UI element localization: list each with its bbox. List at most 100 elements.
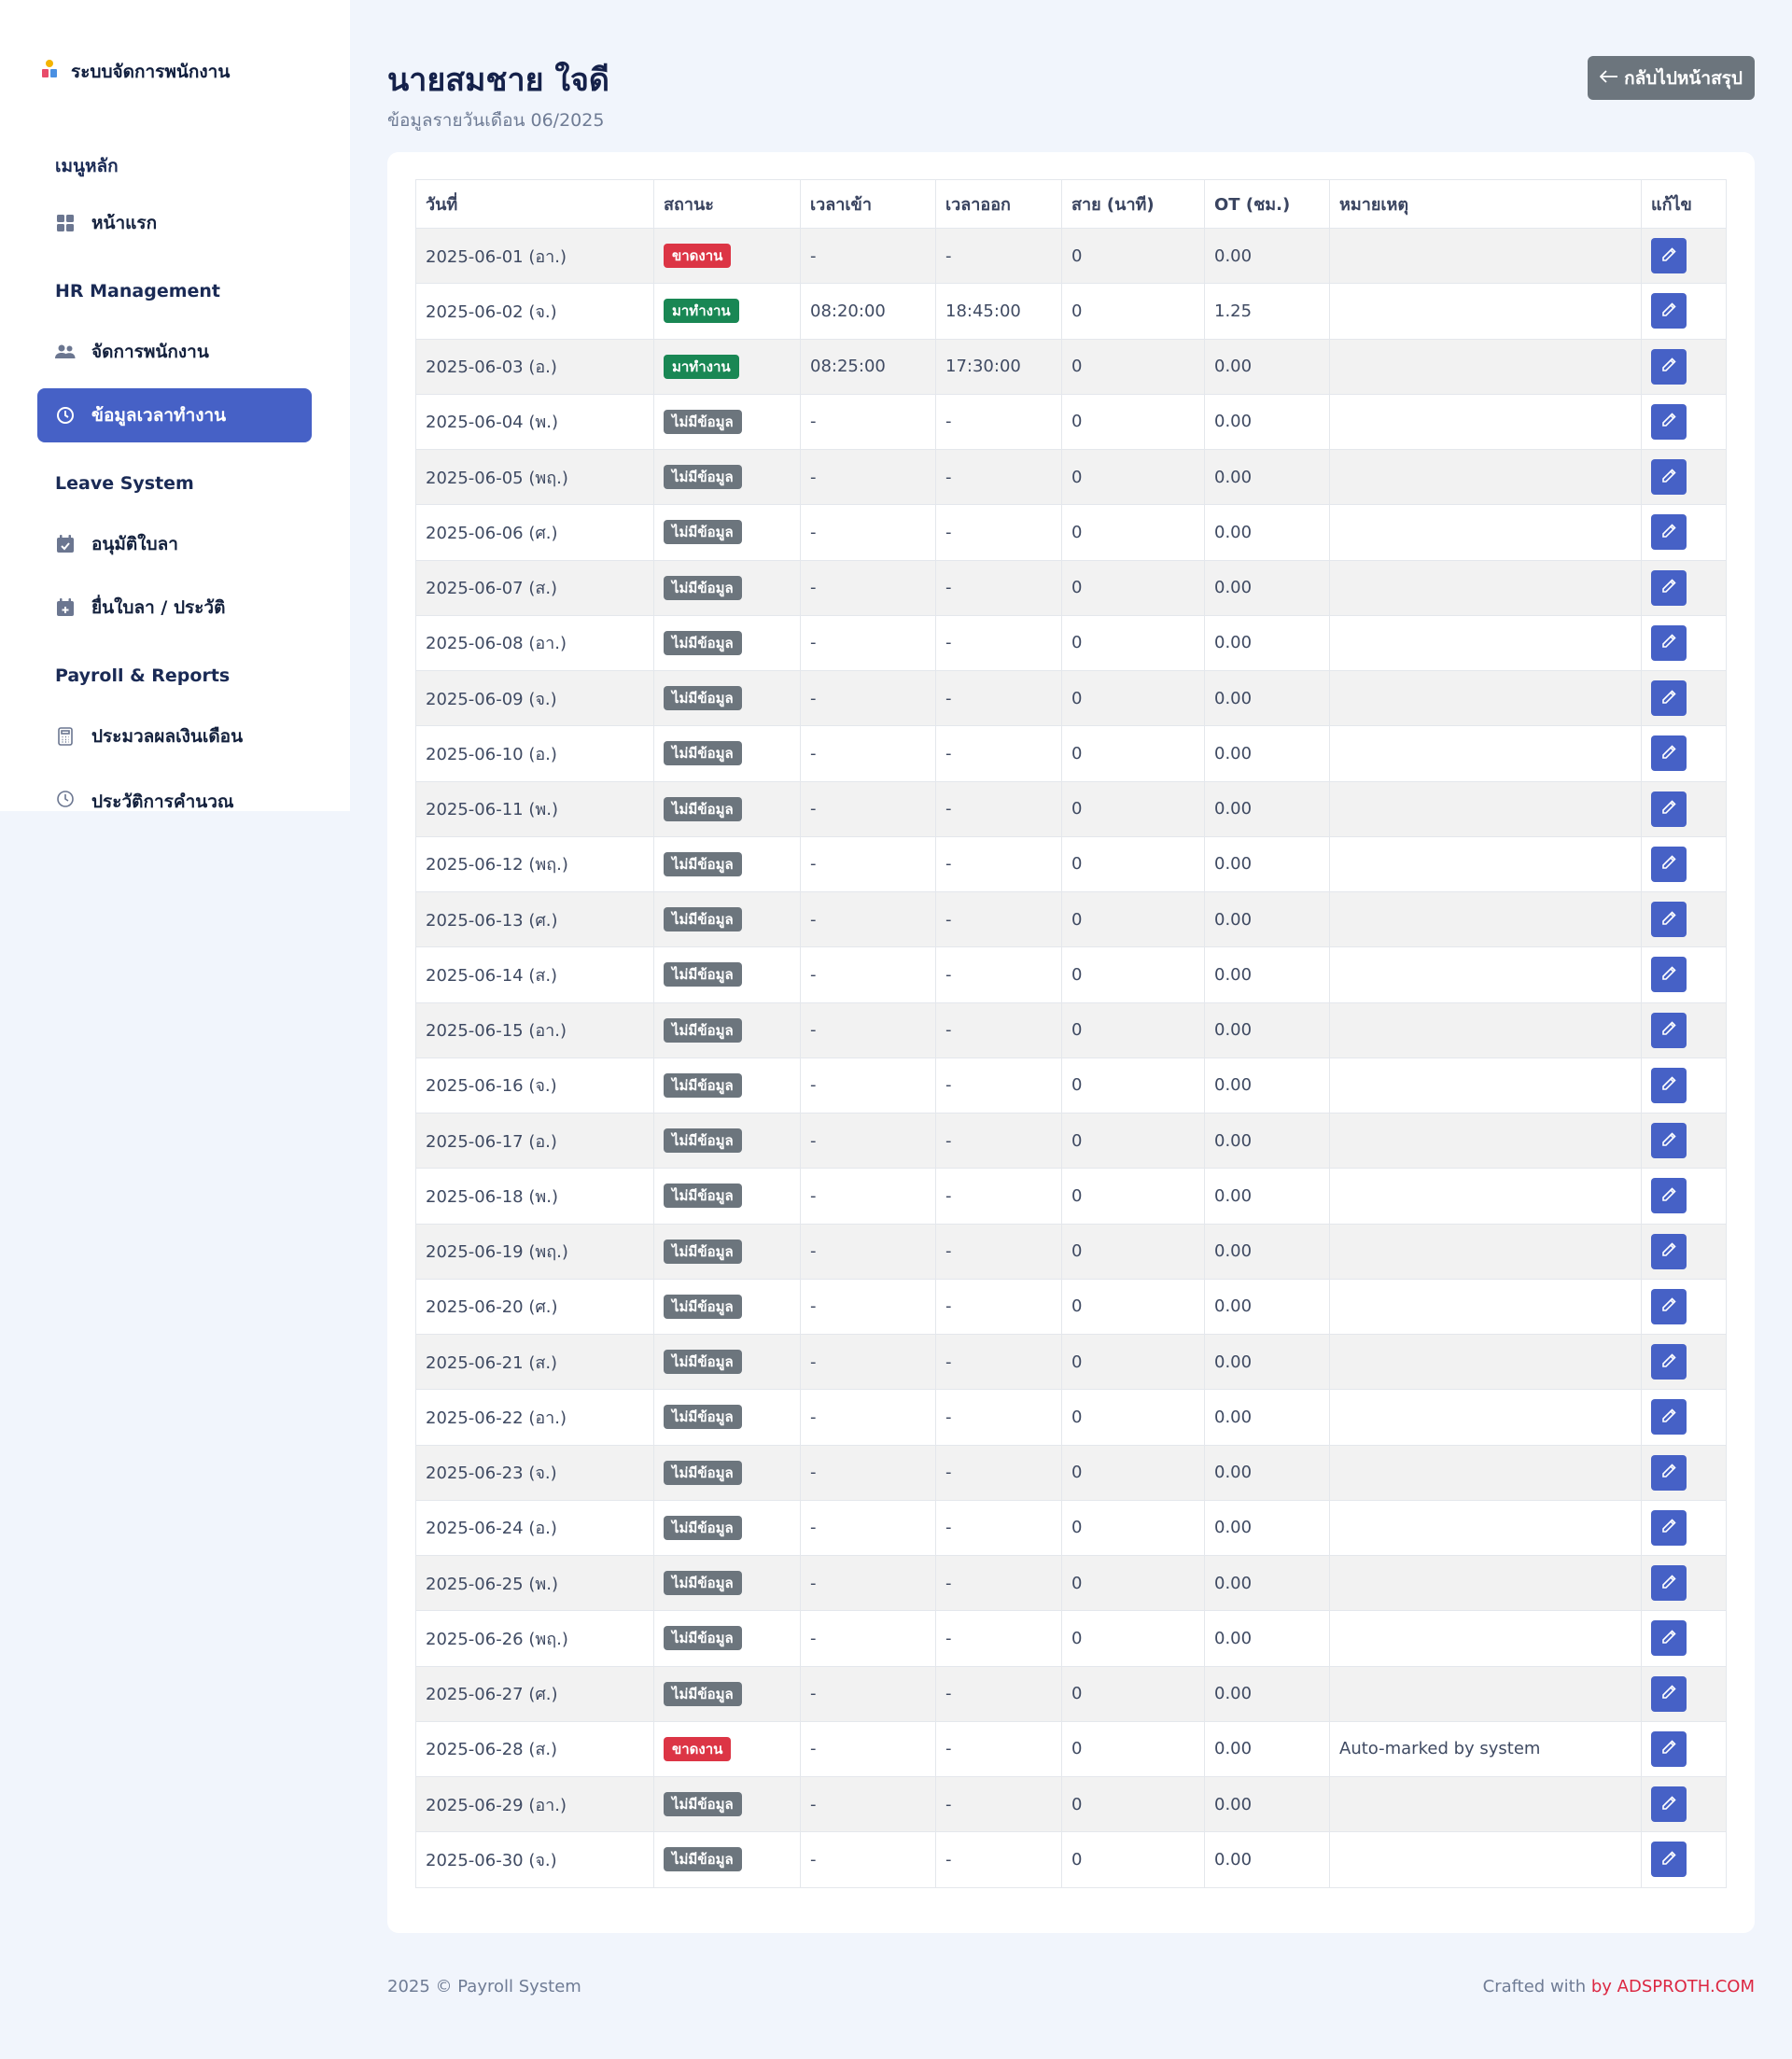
sidebar-item-home[interactable]: หน้าแรก <box>37 196 312 250</box>
cell-time-out: - <box>935 946 1062 1003</box>
sidebar-item-label: จัดการพนักงาน <box>91 342 209 362</box>
status-badge: ไม่มีข้อมูล <box>664 1847 742 1872</box>
sidebar-item-label: ประมวลผลเงินเดือน <box>91 726 244 747</box>
edit-button[interactable] <box>1651 680 1687 717</box>
status-badge: ไม่มีข้อมูล <box>664 1405 742 1430</box>
cell-time-in: - <box>800 1223 936 1280</box>
edit-button[interactable] <box>1651 1288 1687 1324</box>
status-badge: ไม่มีข้อมูล <box>664 1626 742 1651</box>
edit-button[interactable] <box>1651 1012 1687 1048</box>
pencil-icon <box>1660 578 1677 597</box>
cell-date: 2025-06-06 (ศ.) <box>415 504 654 561</box>
footer-credit-link[interactable]: by ADSPROTH.COM <box>1591 1977 1755 1996</box>
table-row: 2025-06-14 (ส.) ไม่มีข้อมูล - -0 0.00 <box>415 946 1727 1003</box>
edit-button[interactable] <box>1651 846 1687 882</box>
sidebar-item-leave-approve[interactable]: อนุมัติใบลา <box>37 517 312 571</box>
footer-copyright: 2025 © Payroll System <box>387 1977 581 1996</box>
cell-ot: 0.00 <box>1204 1554 1330 1612</box>
cell-time-out: - <box>935 725 1062 782</box>
edit-button[interactable] <box>1651 293 1687 329</box>
cell-note <box>1329 946 1642 1003</box>
cell-ot: 0.00 <box>1204 1278 1330 1336</box>
status-badge: ไม่มีข้อมูล <box>664 796 742 821</box>
edit-button[interactable] <box>1651 348 1687 385</box>
cell-note <box>1329 504 1642 561</box>
cell-date: 2025-06-20 (ศ.) <box>415 1278 654 1336</box>
cell-time-out: - <box>935 1333 1062 1391</box>
edit-button[interactable] <box>1651 403 1687 440</box>
edit-button[interactable] <box>1651 238 1687 274</box>
cell-time-out: - <box>935 1499 1062 1557</box>
edit-button[interactable] <box>1651 1675 1687 1712</box>
edit-button[interactable] <box>1651 459 1687 496</box>
edit-button[interactable] <box>1651 1620 1687 1657</box>
table-row: 2025-06-30 (จ.) ไม่มีข้อมูล - -0 0.00 <box>415 1831 1727 1888</box>
cell-time-in: - <box>800 1775 936 1833</box>
edit-button[interactable] <box>1651 569 1687 606</box>
cell-time-in: - <box>800 1444 936 1501</box>
status-badge: ขาดงาน <box>664 1736 732 1761</box>
col-header-edit: แก้ไข <box>1641 179 1727 229</box>
sidebar-item-attendance[interactable]: ข้อมูลเวลาทำงาน <box>37 388 312 442</box>
nav-section-leave: Leave System <box>55 473 194 494</box>
edit-button[interactable] <box>1651 957 1687 993</box>
cell-ot: 0.00 <box>1204 338 1330 395</box>
cell-ot: 0.00 <box>1204 669 1330 727</box>
edit-button[interactable] <box>1651 1565 1687 1602</box>
cell-edit <box>1641 835 1727 893</box>
edit-button[interactable] <box>1651 1123 1687 1159</box>
cell-late: 0 <box>1061 1333 1205 1391</box>
edit-button[interactable] <box>1651 1454 1687 1491</box>
edit-button[interactable] <box>1651 514 1687 551</box>
back-to-summary-button[interactable]: กลับไปหน้าสรุป <box>1588 56 1755 100</box>
status-badge: ไม่มีข้อมูล <box>664 962 742 987</box>
table-row: 2025-06-05 (พฤ.) ไม่มีข้อมูล - -0 0.00 <box>415 448 1727 506</box>
sidebar-item-payroll-process[interactable]: ประมวลผลเงินเดือน <box>37 709 312 763</box>
cell-note <box>1329 669 1642 727</box>
sidebar-item-employees[interactable]: จัดการพนักงาน <box>37 325 312 379</box>
cell-time-out: - <box>935 1389 1062 1446</box>
cell-time-out: - <box>935 448 1062 506</box>
edit-button[interactable] <box>1651 1509 1687 1546</box>
edit-button[interactable] <box>1651 1178 1687 1214</box>
cell-ot: 0.00 <box>1204 227 1330 285</box>
edit-button[interactable] <box>1651 1730 1687 1767</box>
edit-button[interactable] <box>1651 1344 1687 1380</box>
pencil-icon <box>1660 744 1677 763</box>
cell-date: 2025-06-17 (อ.) <box>415 1112 654 1170</box>
sidebar-item-calc-history[interactable]: ประวัติการคำนวณ <box>37 773 312 812</box>
cell-edit <box>1641 393 1727 451</box>
cell-status: ไม่มีข้อมูล <box>653 393 801 451</box>
edit-button[interactable] <box>1651 735 1687 772</box>
edit-button[interactable] <box>1651 1842 1687 1878</box>
cell-edit <box>1641 1333 1727 1391</box>
status-badge: ไม่มีข้อมูล <box>664 1239 742 1264</box>
table-row: 2025-06-06 (ศ.) ไม่มีข้อมูล - -0 0.00 <box>415 504 1727 561</box>
cell-edit <box>1641 725 1727 782</box>
cell-time-out: - <box>935 614 1062 672</box>
status-badge: ไม่มีข้อมูล <box>664 907 742 932</box>
sidebar-item-leave-request[interactable]: ยื่นใบลา / ประวัติ <box>37 581 312 635</box>
brand[interactable]: ระบบจัดการพนักงาน <box>37 58 230 86</box>
cell-time-out: - <box>935 227 1062 285</box>
cell-status: ไม่มีข้อมูล <box>653 1554 801 1612</box>
table-row: 2025-06-18 (พ.) ไม่มีข้อมูล - -0 0.00 <box>415 1168 1727 1225</box>
cell-time-in: - <box>800 1057 936 1114</box>
status-badge: ไม่มีข้อมูล <box>664 1571 742 1596</box>
status-badge: ไม่มีข้อมูล <box>664 851 742 876</box>
cell-late: 0 <box>1061 1665 1205 1722</box>
cell-time-in: - <box>800 504 936 561</box>
status-badge: ไม่มีข้อมูล <box>664 741 742 766</box>
cell-time-out: - <box>935 835 1062 893</box>
edit-button[interactable] <box>1651 1233 1687 1269</box>
cell-ot: 0.00 <box>1204 1333 1330 1391</box>
brand-logo-icon <box>37 58 62 86</box>
cell-status: ไม่มีข้อมูล <box>653 1665 801 1722</box>
edit-button[interactable] <box>1651 624 1687 661</box>
edit-button[interactable] <box>1651 902 1687 938</box>
edit-button[interactable] <box>1651 1067 1687 1103</box>
edit-button[interactable] <box>1651 1399 1687 1436</box>
edit-button[interactable] <box>1651 1786 1687 1823</box>
edit-button[interactable] <box>1651 791 1687 827</box>
sidebar-item-label: ประวัติการคำนวณ <box>91 791 234 812</box>
